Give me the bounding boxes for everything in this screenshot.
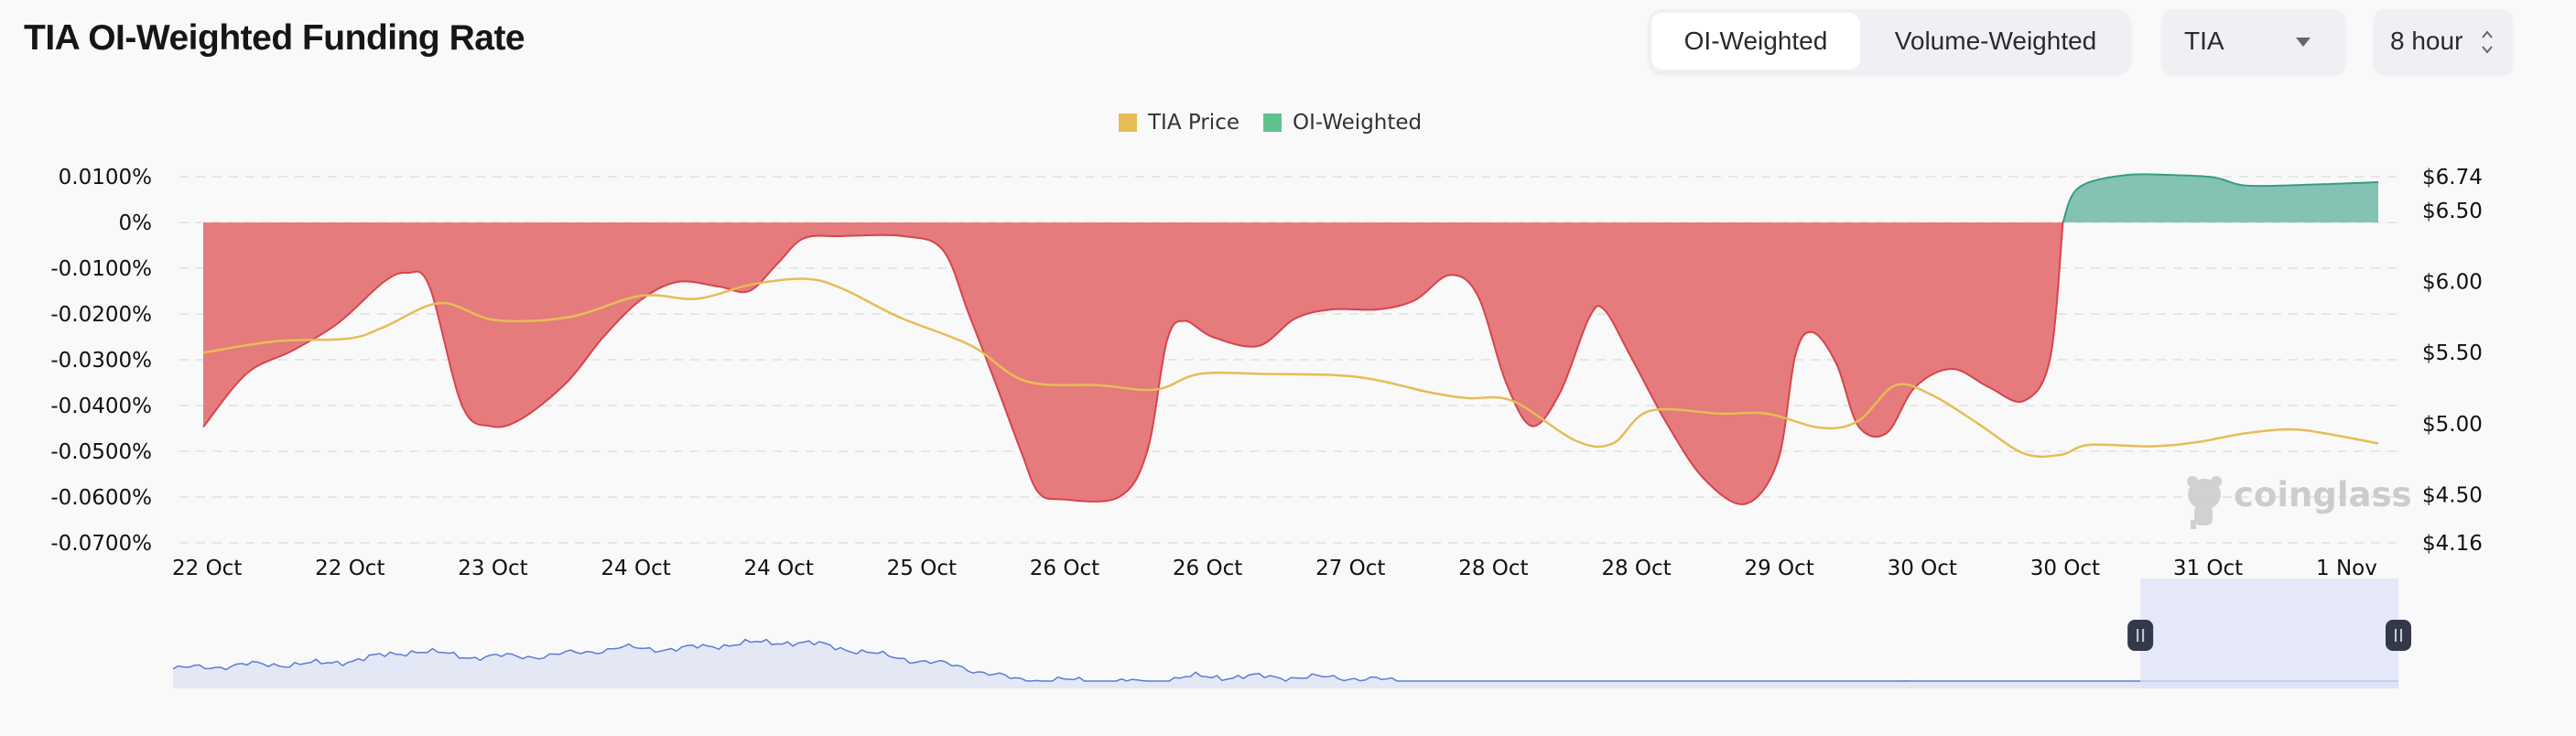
navigator bbox=[172, 579, 2411, 688]
watermark-text: coinglass bbox=[2234, 475, 2412, 514]
x-tick-label: 26 Oct bbox=[1030, 557, 1099, 580]
x-tick-label: 28 Oct bbox=[1601, 557, 1671, 580]
y-left-tick-label: -0.0500% bbox=[50, 440, 152, 464]
navigator-right-handle[interactable] bbox=[2386, 620, 2411, 651]
y-left-tick-label: -0.0700% bbox=[50, 532, 152, 556]
y-right-tick-label: $6.74 bbox=[2422, 166, 2483, 189]
right-y-axis: $6.74 $6.50 $6.00 $5.50 $5.00 $4.50 $4.16 bbox=[2422, 166, 2483, 556]
y-right-tick-label: $5.00 bbox=[2422, 413, 2483, 437]
x-tick-label: 1 Nov bbox=[2316, 557, 2377, 580]
x-tick-label: 22 Oct bbox=[172, 557, 242, 580]
y-right-tick-label: $4.16 bbox=[2422, 532, 2483, 556]
coinglass-logo-icon bbox=[2187, 476, 2222, 529]
x-tick-label: 24 Oct bbox=[744, 557, 814, 580]
x-axis: 22 Oct 22 Oct 23 Oct 24 Oct 24 Oct 25 Oct 26 O… bbox=[172, 557, 2377, 580]
y-left-tick-label: -0.0100% bbox=[50, 257, 152, 281]
y-left-tick-label: -0.0200% bbox=[50, 303, 152, 327]
x-tick-label: 30 Oct bbox=[1888, 557, 1957, 580]
y-left-tick-label: -0.0400% bbox=[50, 395, 152, 418]
y-left-tick-label: -0.0300% bbox=[50, 349, 152, 373]
positive-funding-area bbox=[2062, 174, 2378, 222]
x-tick-label: 27 Oct bbox=[1315, 557, 1385, 580]
y-left-tick-label: 0.0100% bbox=[59, 166, 152, 189]
y-right-tick-label: $5.50 bbox=[2422, 341, 2483, 365]
x-tick-label: 28 Oct bbox=[1458, 557, 1528, 580]
x-tick-label: 25 Oct bbox=[887, 557, 957, 580]
y-right-tick-label: $4.50 bbox=[2422, 483, 2483, 507]
coinglass-watermark: coinglass bbox=[2187, 475, 2412, 529]
left-y-axis: 0.0100% 0% -0.0100% -0.0200% -0.0300% -0.0400… bbox=[50, 166, 152, 556]
x-tick-label: 30 Oct bbox=[2030, 557, 2100, 580]
x-tick-label: 31 Oct bbox=[2173, 557, 2243, 580]
negative-funding-area bbox=[203, 222, 2063, 504]
x-tick-label: 29 Oct bbox=[1744, 557, 1813, 580]
x-tick-label: 26 Oct bbox=[1173, 557, 1242, 580]
funding-rate-chart: 0.0100% 0% -0.0100% -0.0200% -0.0300% -0.0400… bbox=[50, 166, 2483, 688]
handle-body bbox=[2127, 620, 2154, 651]
y-left-tick-label: -0.0600% bbox=[50, 486, 152, 510]
x-tick-label: 24 Oct bbox=[601, 557, 670, 580]
navigator-left-handle[interactable] bbox=[2127, 620, 2154, 651]
x-tick-label: 23 Oct bbox=[458, 557, 527, 580]
navigator-selection[interactable] bbox=[2140, 579, 2398, 688]
y-right-tick-label: $6.00 bbox=[2422, 271, 2483, 295]
handle-body bbox=[2386, 620, 2411, 651]
y-left-tick-label: 0% bbox=[119, 211, 153, 235]
x-tick-label: 22 Oct bbox=[315, 557, 384, 580]
y-right-tick-label: $6.50 bbox=[2422, 200, 2483, 223]
